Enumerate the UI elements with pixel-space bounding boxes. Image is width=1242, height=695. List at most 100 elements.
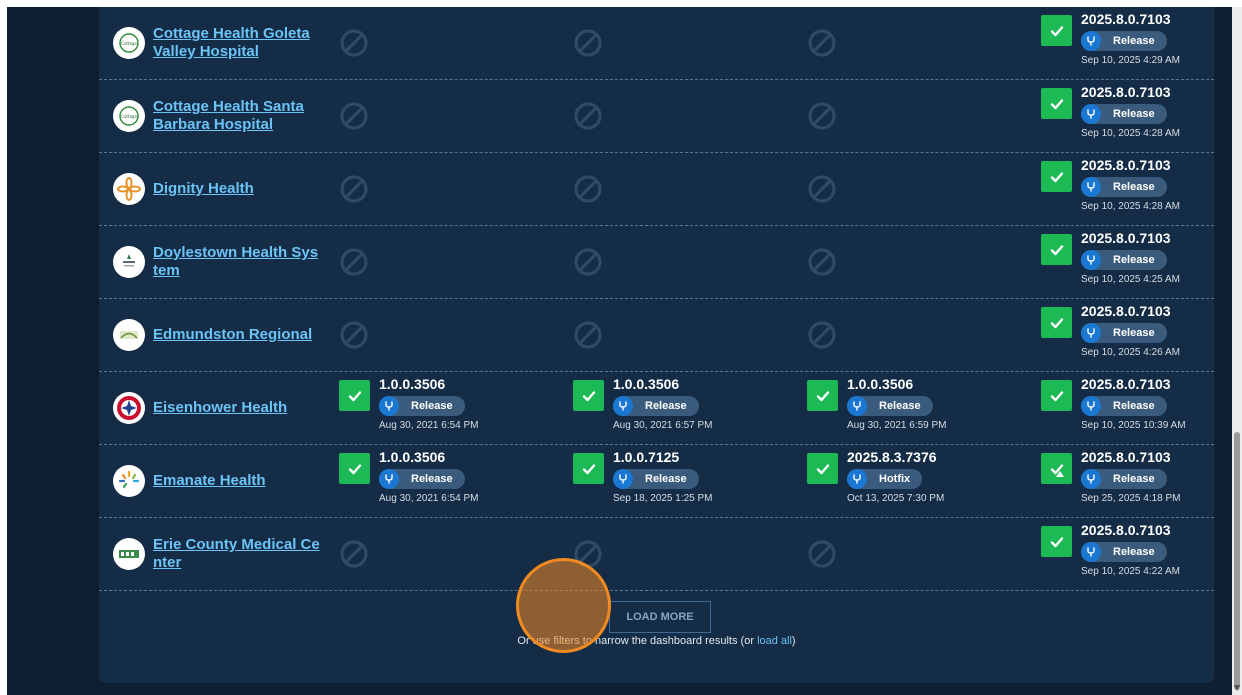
deployment-date: Sep 25, 2025 4:18 PM	[1081, 493, 1181, 504]
version-number: 1.0.0.3506	[379, 376, 446, 392]
channel-badge[interactable]: Release	[613, 396, 699, 416]
deployment-cell	[339, 226, 539, 298]
table-row: Eisenhower Health 1.0.0.3506 Release Aug 30…	[99, 372, 1214, 445]
organization-link[interactable]: Cottage Health Goleta Valley Hospital	[153, 25, 323, 61]
table-row: Cottage Cottage Health Santa Barbara Hosp…	[99, 80, 1214, 153]
organization-link[interactable]: Erie County Medical Ce nter	[153, 536, 323, 572]
branch-icon	[1081, 542, 1101, 562]
organization-cell: Doylestown Health Sys tem	[113, 226, 333, 298]
organization-link[interactable]: Doylestown Health Sys tem	[153, 244, 323, 280]
edmundston-logo	[113, 319, 145, 351]
deployment-date: Sep 10, 2025 10:39 AM	[1081, 420, 1186, 431]
not-deployed-icon	[808, 175, 836, 203]
channel-badge[interactable]: Release	[613, 469, 699, 489]
success-check-icon	[1041, 234, 1072, 265]
organization-link[interactable]: Cottage Health Santa Barbara Hospital	[153, 98, 323, 134]
scrollbar-thumb[interactable]	[1234, 432, 1240, 690]
not-deployed-icon	[574, 29, 602, 57]
version-number: 2025.8.0.7103	[1081, 522, 1171, 538]
branch-icon	[1081, 396, 1101, 416]
channel-label: Release	[1113, 546, 1155, 558]
not-deployed-icon	[340, 248, 368, 276]
branch-icon	[1081, 31, 1101, 51]
deployment-cell	[339, 80, 539, 152]
organization-cell: Erie County Medical Ce nter	[113, 518, 333, 590]
channel-badge[interactable]: Hotfix	[847, 469, 923, 489]
version-number: 1.0.0.3506	[613, 376, 680, 392]
deployment-cell	[807, 7, 1007, 79]
deployment-cell: 2025.8.0.7103 Release Sep 10, 2025 4:22 AM	[1041, 518, 1241, 590]
organization-link[interactable]: Emanate Health	[153, 472, 323, 490]
channel-label: Release	[1113, 254, 1155, 266]
table-row: Doylestown Health Sys tem 2025.8.0.7103 Re…	[99, 226, 1214, 299]
not-deployed-icon	[340, 321, 368, 349]
click-indicator	[516, 558, 611, 653]
channel-badge[interactable]: Release	[1081, 104, 1167, 124]
channel-badge[interactable]: Release	[1081, 323, 1167, 343]
channel-badge[interactable]: Release	[379, 396, 465, 416]
deployment-cell: 2025.8.0.7103 Release Sep 25, 2025 4:18 PM	[1041, 445, 1241, 517]
organization-cell: Dignity Health	[113, 153, 333, 225]
channel-label: Hotfix	[879, 473, 911, 485]
deployment-cell: 1.0.0.3506 Release Aug 30, 2021 6:57 PM	[573, 372, 773, 444]
not-deployed-icon	[574, 248, 602, 276]
filter-hint-suffix: )	[791, 635, 796, 647]
success-check-icon	[807, 453, 838, 484]
load-all-link[interactable]: load all	[757, 635, 792, 647]
deployment-date: Sep 18, 2025 1:25 PM	[613, 493, 713, 504]
channel-badge[interactable]: Release	[1081, 469, 1167, 489]
channel-label: Release	[1113, 473, 1155, 485]
version-number: 1.0.0.7125	[613, 449, 680, 465]
doylestown-health-logo	[113, 246, 145, 278]
channel-badge[interactable]: Release	[1081, 542, 1167, 562]
channel-label: Release	[879, 400, 921, 412]
channel-badge[interactable]: Release	[379, 469, 465, 489]
deployment-cell: 2025.8.0.7103 Release Sep 10, 2025 4:29 AM	[1041, 7, 1241, 79]
organization-link[interactable]: Edmundston Regional	[153, 326, 323, 344]
deployment-date: Sep 10, 2025 4:25 AM	[1081, 274, 1180, 285]
deployment-cell	[807, 299, 1007, 371]
deployment-cell: 1.0.0.3506 Release Aug 30, 2021 6:54 PM	[339, 445, 539, 517]
deployment-cell	[573, 7, 773, 79]
deployment-cell: 2025.8.0.7103 Release Sep 10, 2025 4:25 AM	[1041, 226, 1241, 298]
branch-icon	[379, 396, 399, 416]
channel-badge[interactable]: Release	[1081, 250, 1167, 270]
channel-badge[interactable]: Release	[1081, 396, 1167, 416]
load-more-button[interactable]: LOAD MORE	[609, 601, 711, 633]
scroll-down-arrow-icon[interactable]	[1234, 685, 1240, 691]
organization-cell: Cottage Cottage Health Santa Barbara Hosp…	[113, 80, 333, 152]
deployment-cell	[807, 226, 1007, 298]
app-window: Cottage Cottage Health Goleta Valley Hosp…	[0, 0, 1242, 695]
deployment-date: Sep 10, 2025 4:22 AM	[1081, 566, 1180, 577]
deployment-cell	[339, 518, 539, 590]
success-check-icon	[339, 453, 370, 484]
table-row: Erie County Medical Ce nter 2025.8.0.7103…	[99, 518, 1214, 591]
version-number: 1.0.0.3506	[379, 449, 446, 465]
version-number: 2025.8.0.7103	[1081, 303, 1171, 319]
not-deployed-icon	[340, 175, 368, 203]
deployment-date: Sep 10, 2025 4:26 AM	[1081, 347, 1180, 358]
channel-label: Release	[1113, 400, 1155, 412]
branch-icon	[613, 469, 633, 489]
channel-badge[interactable]: Release	[1081, 31, 1167, 51]
left-border	[0, 7, 7, 695]
deployment-date: Sep 10, 2025 4:28 AM	[1081, 201, 1180, 212]
organization-link[interactable]: Dignity Health	[153, 180, 323, 198]
deployment-cell: 1.0.0.3506 Release Aug 30, 2021 6:54 PM	[339, 372, 539, 444]
branch-icon	[613, 396, 633, 416]
success-check-icon	[573, 380, 604, 411]
channel-badge[interactable]: Release	[1081, 177, 1167, 197]
deployment-cell	[339, 153, 539, 225]
table-row: Dignity Health 2025.8.0.7103 Release Sep 10…	[99, 153, 1214, 226]
organization-link[interactable]: Eisenhower Health	[153, 399, 323, 417]
success-check-icon	[1041, 307, 1072, 338]
deployment-date: Aug 30, 2021 6:54 PM	[379, 493, 479, 504]
not-deployed-icon	[808, 540, 836, 568]
deployment-date: Sep 10, 2025 4:29 AM	[1081, 55, 1180, 66]
channel-label: Release	[1113, 181, 1155, 193]
branch-icon	[1081, 104, 1101, 124]
vertical-scrollbar[interactable]	[1232, 7, 1242, 695]
channel-badge[interactable]: Release	[847, 396, 933, 416]
organization-cell: Edmundston Regional	[113, 299, 333, 371]
success-check-icon	[573, 453, 604, 484]
